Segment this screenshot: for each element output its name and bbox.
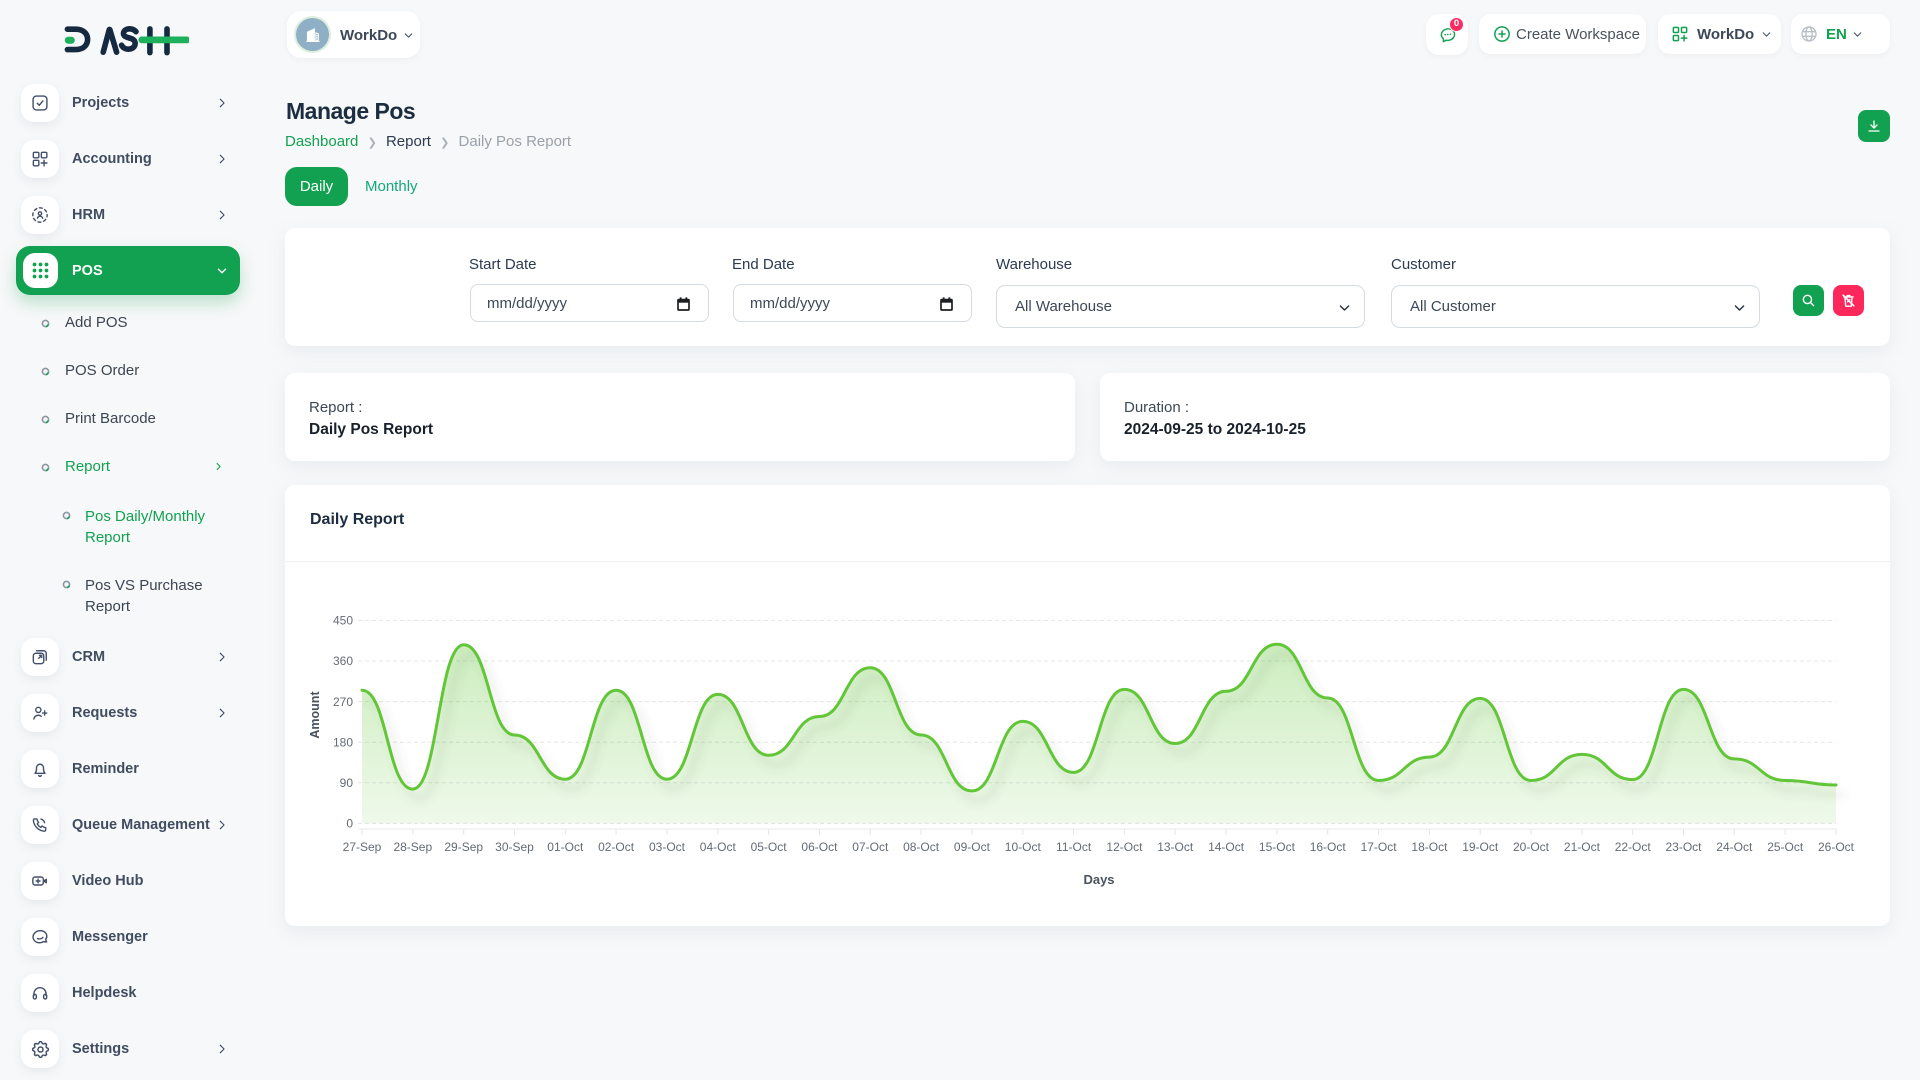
svg-text:27-Sep: 27-Sep — [343, 840, 382, 854]
svg-text:23-Oct: 23-Oct — [1665, 840, 1702, 854]
svg-text:360: 360 — [333, 654, 353, 668]
svg-text:180: 180 — [333, 735, 353, 749]
svg-text:29-Sep: 29-Sep — [444, 840, 483, 854]
svg-text:01-Oct: 01-Oct — [547, 840, 584, 854]
svg-text:20-Oct: 20-Oct — [1513, 840, 1550, 854]
svg-text:13-Oct: 13-Oct — [1157, 840, 1194, 854]
svg-text:450: 450 — [333, 614, 353, 628]
svg-text:Days: Days — [1083, 872, 1114, 887]
svg-text:0: 0 — [346, 817, 353, 831]
svg-text:15-Oct: 15-Oct — [1259, 840, 1296, 854]
svg-text:90: 90 — [340, 776, 354, 790]
svg-text:11-Oct: 11-Oct — [1056, 840, 1092, 854]
svg-text:08-Oct: 08-Oct — [903, 840, 940, 854]
svg-text:06-Oct: 06-Oct — [801, 840, 838, 854]
svg-text:16-Oct: 16-Oct — [1310, 840, 1347, 854]
svg-text:04-Oct: 04-Oct — [700, 840, 737, 854]
svg-text:270: 270 — [333, 695, 353, 709]
svg-text:30-Sep: 30-Sep — [495, 840, 534, 854]
svg-text:12-Oct: 12-Oct — [1106, 840, 1143, 854]
svg-text:21-Oct: 21-Oct — [1564, 840, 1601, 854]
svg-text:17-Oct: 17-Oct — [1361, 840, 1398, 854]
svg-text:10-Oct: 10-Oct — [1005, 840, 1042, 854]
svg-text:09-Oct: 09-Oct — [954, 840, 991, 854]
svg-text:14-Oct: 14-Oct — [1208, 840, 1245, 854]
svg-text:02-Oct: 02-Oct — [598, 840, 635, 854]
svg-text:19-Oct: 19-Oct — [1462, 840, 1499, 854]
svg-text:28-Sep: 28-Sep — [393, 840, 432, 854]
svg-text:05-Oct: 05-Oct — [751, 840, 788, 854]
svg-text:25-Oct: 25-Oct — [1767, 840, 1804, 854]
svg-text:26-Oct: 26-Oct — [1818, 840, 1855, 854]
svg-text:07-Oct: 07-Oct — [852, 840, 889, 854]
svg-text:24-Oct: 24-Oct — [1716, 840, 1753, 854]
svg-text:Amount: Amount — [308, 691, 322, 739]
svg-text:18-Oct: 18-Oct — [1411, 840, 1448, 854]
svg-text:03-Oct: 03-Oct — [649, 840, 686, 854]
svg-text:22-Oct: 22-Oct — [1615, 840, 1652, 854]
